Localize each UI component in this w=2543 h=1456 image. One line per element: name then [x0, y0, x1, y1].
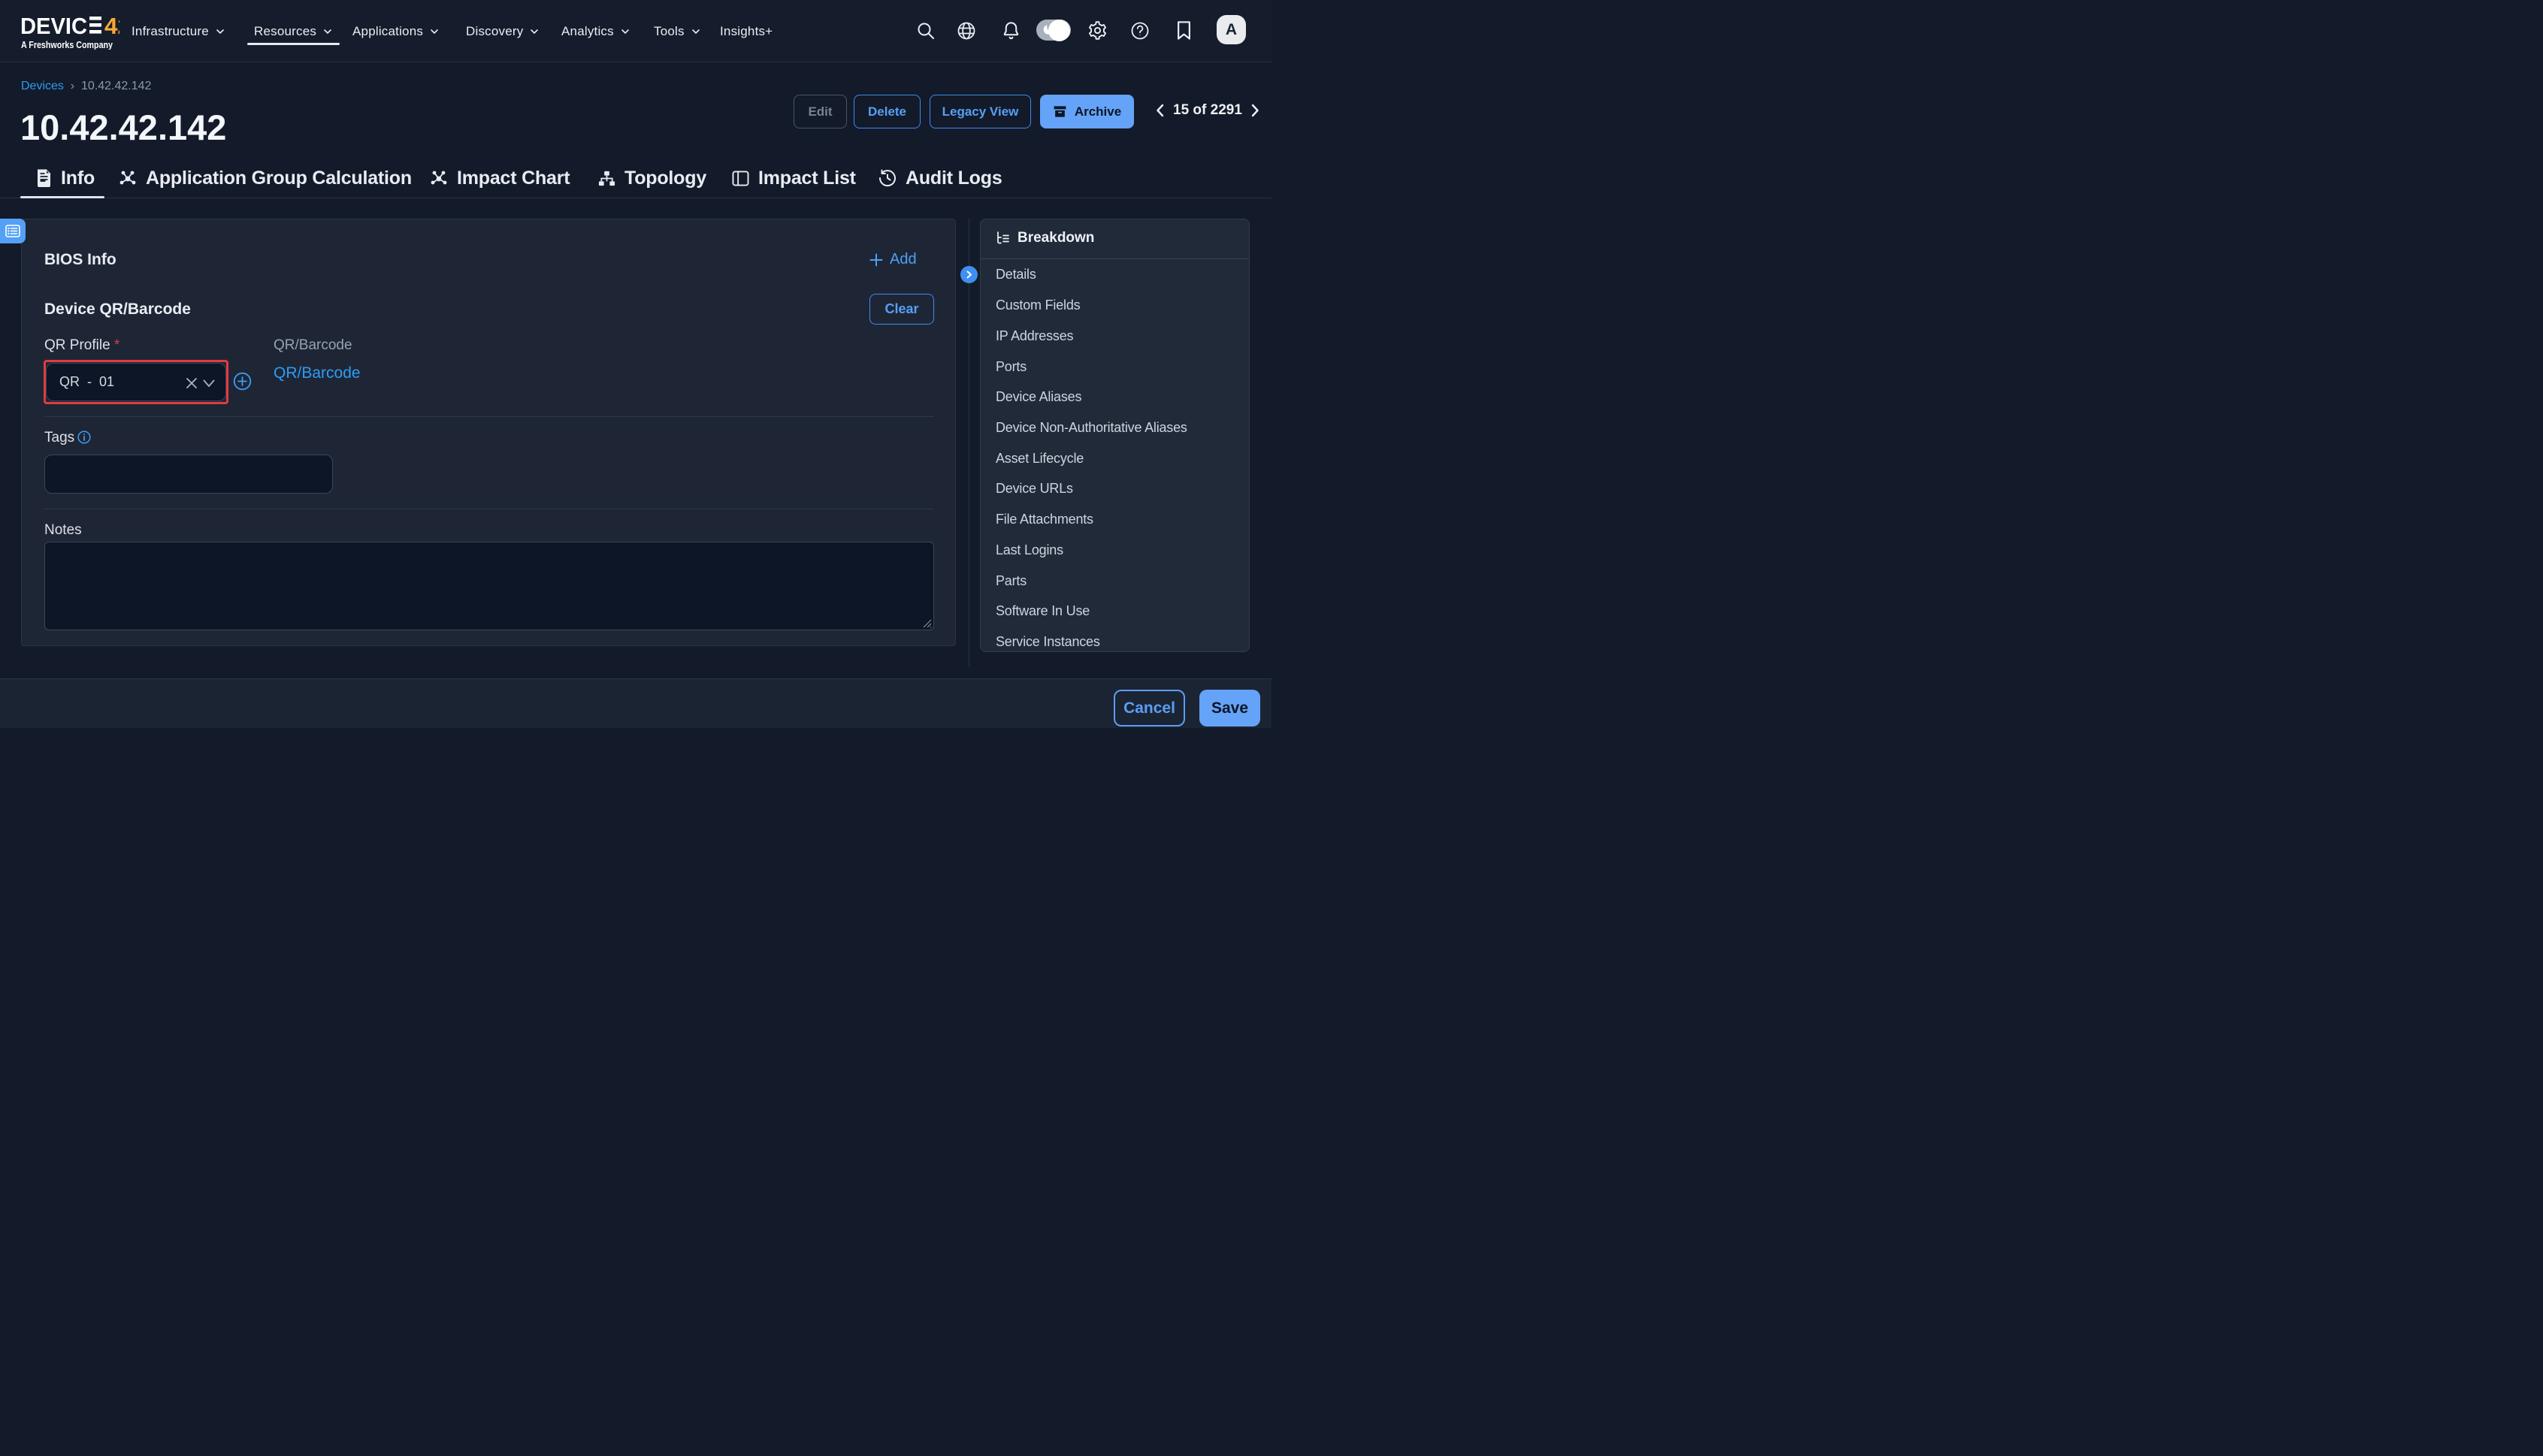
svg-text:42: 42	[104, 15, 119, 39]
svg-text:A Freshworks Company: A Freshworks Company	[21, 39, 113, 50]
svg-text:DEVIC: DEVIC	[20, 15, 87, 39]
